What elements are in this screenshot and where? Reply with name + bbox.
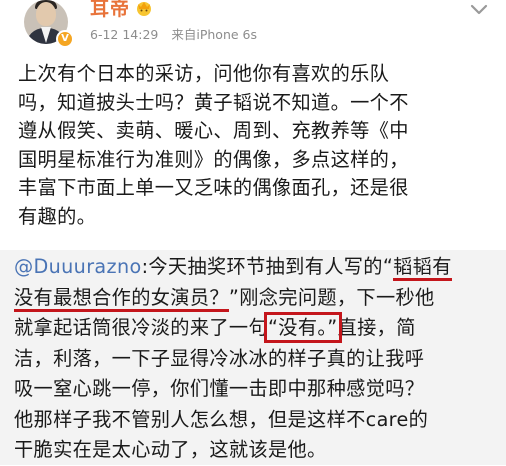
post-header: V 耳帝 6-12 14:29 来自iPhone 6s <box>0 0 506 52</box>
repost-text-segment: “ <box>382 255 394 278</box>
crown-emoji-icon <box>137 1 152 16</box>
verified-v-icon: V <box>56 30 74 48</box>
repost-line: 吸一窒心跳一停，你们懂一击即中那种感觉吗？ <box>14 377 425 400</box>
author-name-text[interactable]: 耳帝 <box>90 0 130 21</box>
repost-line: @Duuurazno:今天抽奖环节抽到有人写的“韬韬有 <box>14 252 494 283</box>
post-line: 上次有个日本的采访，问他你有喜欢的乐队 <box>18 62 390 85</box>
post-source[interactable]: 来自iPhone 6s <box>171 27 257 42</box>
repost-text-segment: ”刚念完问题，下一秒他 <box>228 285 435 309</box>
post-date: 6-12 14:29 <box>90 27 159 42</box>
boxed-answer: “没有。” <box>264 312 342 343</box>
reposted-content[interactable]: @Duuurazno:今天抽奖环节抽到有人写的“韬韬有 没有最想合作的女演员？”… <box>0 250 506 465</box>
repost-text-segment: :今天抽奖环节抽到有人写的 <box>141 255 383 278</box>
repost-line: 没有最想合作的女演员？”刚念完问题，下一秒他 <box>14 283 494 314</box>
repost-line: 洁，利落，一下子显得冷冰冰的样子真的让我呼 <box>14 346 425 370</box>
repost-line: 就拿起话筒很冷淡的来了一句“没有。”直接，简 <box>14 312 494 344</box>
post-body: 上次有个日本的采访，问他你有喜欢的乐队 吗，知道披头士吗？黄子韬说不知道。一个不… <box>18 60 496 231</box>
post-meta: 6-12 14:29 来自iPhone 6s <box>90 24 266 43</box>
highlighted-question-part: 韬韬有 <box>393 255 452 281</box>
repost-line: 他那样子我不管别人怎么想，但是这样不care的 <box>14 407 429 431</box>
post-line: 遵从假笑、卖萌、暖心、周到、充教养等《中 <box>18 119 409 142</box>
repost-line: 干脆实在是太心动了，这就该是他。 <box>14 438 327 461</box>
user-mention-link[interactable]: @Duuurazno <box>14 255 142 278</box>
repost-text-segment: 直接，简 <box>337 316 416 339</box>
post-line: 丰富下市面上单一又乏味的偶像面孔，还是很 <box>18 176 409 199</box>
repost-text-segment: 就拿起话筒很冷淡的来了一句 <box>14 316 268 339</box>
post-line: 国明星标准行为准则》的偶像，多点这样的， <box>18 147 409 171</box>
chevron-down-icon[interactable] <box>470 4 488 16</box>
post-line: 有趣的。 <box>18 204 97 228</box>
author-name[interactable]: 耳帝 <box>90 0 154 21</box>
post-line: 吗，知道披头士吗？黄子韬说不知道。一个不 <box>18 90 409 114</box>
highlighted-question-part: 没有最想合作的女演员？ <box>14 285 229 312</box>
repost-body: @Duuurazno:今天抽奖环节抽到有人写的“韬韬有 没有最想合作的女演员？”… <box>14 252 494 466</box>
